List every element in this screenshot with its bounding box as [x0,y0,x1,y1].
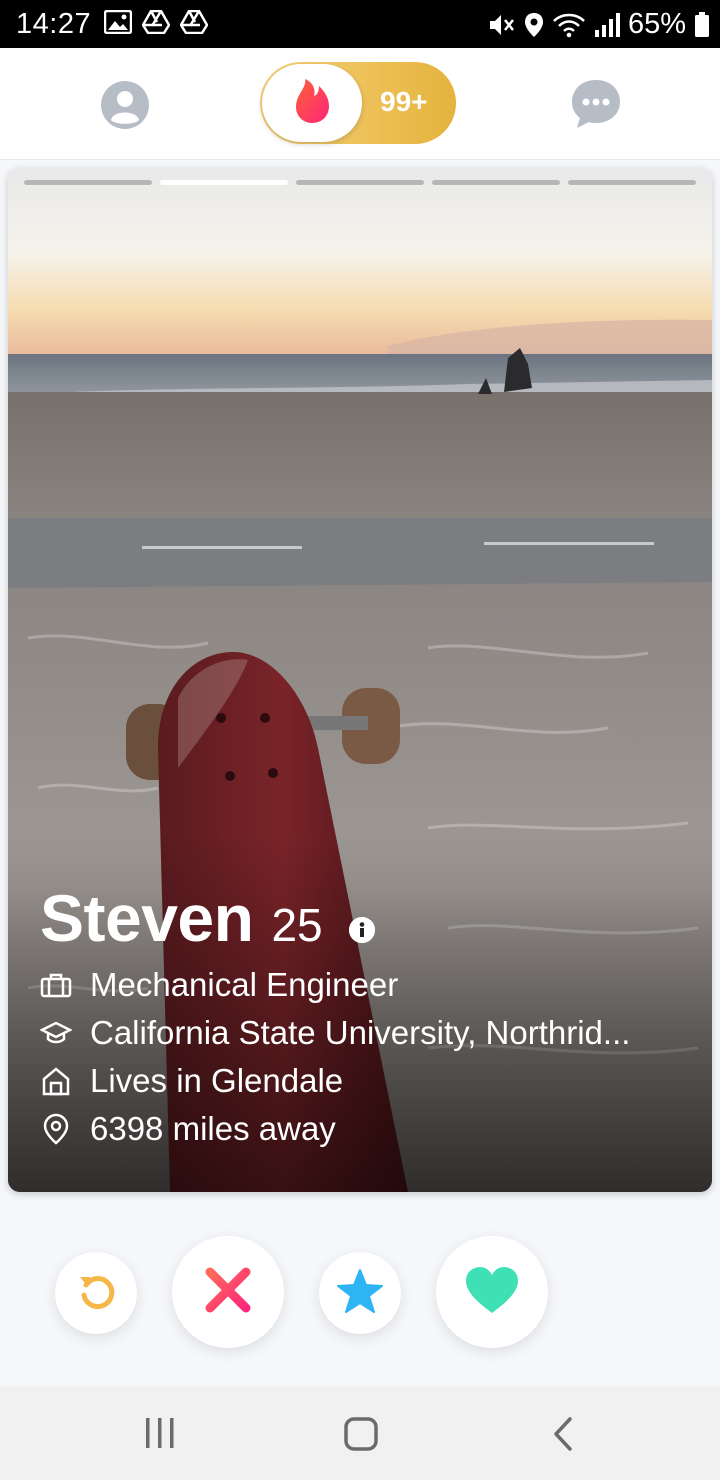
profile-name: Steven [40,881,254,955]
action-bar [0,1234,720,1354]
flame-button[interactable] [262,64,362,142]
job-title: Mechanical Engineer [90,966,399,1003]
wifi-icon [552,12,586,38]
nope-icon [204,1266,252,1319]
home-icon [40,1065,72,1097]
status-time: 14:27 [16,8,92,40]
mute-icon [488,12,516,38]
distance-row: 6398 miles away [40,1110,630,1148]
profile-info: Steven 25 Mechanical Engineer California… [40,880,630,1148]
distance: 6398 miles away [90,1110,336,1147]
map-pin-icon [40,1113,72,1145]
briefcase-icon [40,969,72,1001]
drive-icon [142,10,170,34]
profile-icon[interactable] [100,80,150,130]
photo-progress [24,180,696,186]
heart-icon [464,1265,520,1320]
battery-percent: 65% [627,8,686,40]
signal-icon [594,12,620,38]
school-name: California State University, Northrid... [90,1014,631,1051]
recents-icon[interactable] [144,1416,176,1455]
status-bar: 14:27 65% [0,0,720,48]
gallery-icon [104,10,132,34]
location-icon [524,12,544,38]
photo-indicator-active[interactable] [160,180,288,185]
like-button[interactable] [436,1236,548,1348]
home-button-icon[interactable] [343,1416,379,1457]
job-row: Mechanical Engineer [40,966,630,1004]
photo-indicator[interactable] [568,180,696,185]
chat-icon[interactable] [570,78,622,130]
graduation-cap-icon [40,1017,72,1049]
super-like-button[interactable] [319,1252,401,1334]
flame-icon [292,78,332,129]
rewind-icon [76,1271,116,1316]
photo-indicator[interactable] [24,180,152,185]
rewind-button[interactable] [55,1252,137,1334]
lives-row: Lives in Glendale [40,1062,630,1100]
drive-icon [180,10,208,34]
photo-indicator[interactable] [432,180,560,185]
lives-in: Lives in Glendale [90,1062,344,1099]
nope-button[interactable] [172,1236,284,1348]
back-icon[interactable] [552,1416,574,1457]
info-icon[interactable] [348,917,375,943]
school-row: California State University, Northrid... [40,1014,630,1052]
system-navigation-bar [0,1386,720,1480]
gold-toggle[interactable]: 99+ [260,62,456,144]
profile-age: 25 [271,899,323,951]
photo-indicator[interactable] [296,180,424,185]
star-icon [336,1268,384,1319]
battery-icon [694,11,710,38]
top-navigation: 99+ [0,48,720,160]
profile-card[interactable]: Steven 25 Mechanical Engineer California… [8,168,712,1192]
likes-count: 99+ [380,86,428,117]
